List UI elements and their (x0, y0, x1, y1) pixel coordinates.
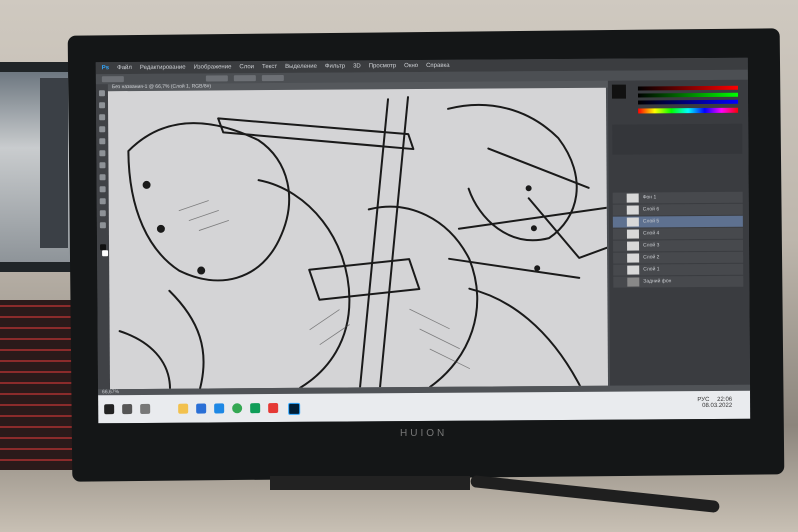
edge-icon[interactable] (250, 403, 261, 414)
drawing-canvas[interactable] (107, 87, 609, 390)
layer-name: Слой 1 (643, 266, 660, 273)
option-button[interactable] (205, 75, 228, 82)
layer-name: Слой 5 (642, 218, 660, 225)
menu-item[interactable]: 3D (353, 63, 361, 69)
layer-thumbnail (627, 265, 640, 275)
layer-name: Слой 6 (642, 206, 660, 213)
adjustments-panel (612, 123, 743, 155)
menu-item[interactable]: Справка (426, 63, 450, 69)
menu-item[interactable]: Файл (117, 65, 132, 71)
photoshop-icon[interactable] (288, 402, 301, 415)
marquee-tool-icon[interactable] (99, 102, 106, 109)
screen: Ps Файл Редактирование Изображение Слои … (95, 57, 751, 424)
search-icon[interactable] (122, 404, 133, 415)
lineart-drawing (118, 96, 609, 390)
layer-thumbnail (627, 241, 640, 251)
menu-item[interactable]: Окно (404, 63, 418, 69)
layer-row[interactable]: Задний фон (613, 275, 744, 288)
store-icon[interactable] (214, 403, 225, 414)
type-tool-icon[interactable] (99, 198, 106, 205)
mail-icon[interactable] (196, 403, 207, 414)
layer-row[interactable]: Слой 4 (612, 227, 743, 240)
color-slider-g[interactable] (637, 92, 739, 98)
menu-item[interactable]: Просмотр (369, 63, 396, 69)
menu-item[interactable]: Слои (239, 64, 254, 70)
menu-item[interactable]: Фильтр (325, 64, 345, 70)
task-view-icon[interactable] (140, 403, 151, 414)
color-slider-b[interactable] (638, 99, 739, 105)
background-laptop-panel (40, 78, 68, 248)
monitor-brand-logo: HUION (400, 428, 448, 439)
layer-thumbnail (626, 229, 639, 239)
layer-thumbnail (626, 205, 639, 215)
layer-name: Слой 2 (643, 254, 660, 261)
layer-row[interactable]: Фон 1 (612, 191, 743, 204)
brave-icon[interactable] (268, 403, 279, 414)
move-tool-icon[interactable] (98, 90, 105, 97)
layer-row[interactable]: Слой 3 (613, 239, 744, 252)
layer-row-selected[interactable]: Слой 5 (612, 215, 743, 228)
menu-item[interactable]: Редактирование (140, 65, 186, 71)
monitor-stand (270, 476, 470, 490)
file-explorer-icon[interactable] (178, 403, 189, 414)
layer-name: Слой 3 (643, 242, 660, 249)
layer-name: Фон 1 (642, 194, 657, 201)
zoom-tool-icon[interactable] (99, 222, 106, 229)
brush-tool-icon[interactable] (99, 150, 106, 157)
option-button[interactable] (261, 74, 284, 82)
right-panels: Фон 1 Слой 6 Слой 5 Слой 4 Слой 3 Слой 2… (607, 79, 751, 386)
hand-tool-icon[interactable] (99, 210, 106, 217)
eraser-tool-icon[interactable] (99, 162, 106, 169)
foreground-color-preview[interactable] (611, 84, 627, 99)
layer-row[interactable]: Слой 2 (613, 251, 744, 264)
tool-preset-button[interactable] (101, 76, 124, 83)
menu-item[interactable]: Ps (102, 65, 109, 71)
clock-date: 08.03.2022 (702, 402, 733, 410)
menu-item[interactable]: Изображение (194, 64, 232, 70)
layer-thumbnail (626, 217, 639, 227)
layer-row[interactable]: Слой 6 (612, 203, 743, 216)
menu-item[interactable]: Выделение (285, 64, 317, 70)
option-button[interactable] (233, 75, 256, 82)
system-clock[interactable]: РУС 22:06 08.03.2022 (697, 397, 732, 409)
background-keyboard (0, 300, 75, 470)
background-color-swatch[interactable] (102, 250, 109, 257)
layer-thumbnail (627, 253, 640, 263)
stylus-pen (470, 474, 720, 514)
chrome-icon[interactable] (232, 403, 243, 414)
color-spectrum[interactable] (638, 107, 739, 114)
layer-thumbnail (627, 277, 640, 287)
windows-taskbar: РУС 22:06 08.03.2022 (98, 390, 751, 424)
lasso-tool-icon[interactable] (99, 114, 106, 121)
layer-name: Слой 4 (642, 230, 660, 237)
pen-tool-icon[interactable] (99, 186, 106, 193)
gradient-tool-icon[interactable] (99, 174, 106, 181)
color-slider-r[interactable] (637, 85, 738, 91)
crop-tool-icon[interactable] (99, 126, 106, 133)
layer-name: Задний фон (643, 278, 672, 285)
layer-thumbnail (626, 193, 639, 203)
layer-row[interactable]: Слой 1 (613, 263, 744, 276)
eyedropper-tool-icon[interactable] (99, 138, 106, 145)
windows-start-icon[interactable] (104, 404, 115, 415)
menu-item[interactable]: Текст (262, 64, 277, 70)
